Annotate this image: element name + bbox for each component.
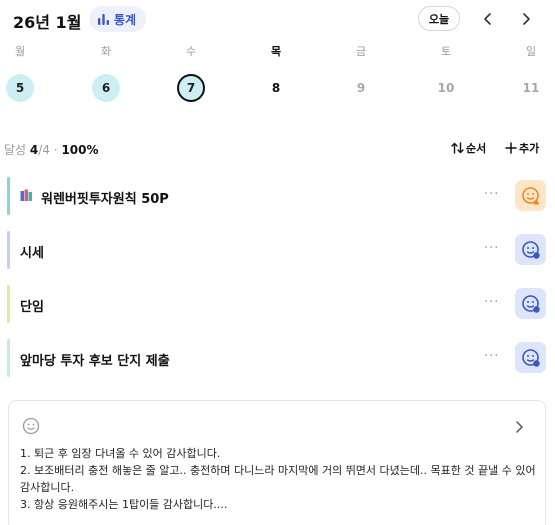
memo-text: 1. 퇴근 후 임장 다녀올 수 있어 감사합니다. 2. 보조배터리 충전 해… xyxy=(20,445,540,513)
day-number: 9 xyxy=(356,81,366,95)
memo-line: 3. 항상 응원해주시는 1탑이들 감사합니다.... xyxy=(20,498,228,511)
task-title-text: 단임 xyxy=(20,300,44,315)
day-of-week: 화 xyxy=(100,45,112,58)
day-number-selected: 7 xyxy=(177,74,205,102)
day-number: 11 xyxy=(522,81,540,95)
day-of-week: 일 xyxy=(525,45,537,58)
day-number: 8 xyxy=(271,81,281,95)
day-sun[interactable]: 일 11 xyxy=(511,44,551,102)
smile-warning-icon xyxy=(521,186,539,204)
task-item[interactable]: 시세 ··· xyxy=(7,231,547,269)
month-title[interactable]: 26년 1월 xyxy=(13,9,81,33)
stats-button[interactable]: 통계 xyxy=(89,6,147,32)
more-options-button[interactable]: ··· xyxy=(484,295,499,310)
more-options-button[interactable]: ··· xyxy=(484,187,499,202)
achievement-total: /4 xyxy=(38,143,50,157)
day-of-week: 토 xyxy=(440,45,452,58)
smile-icon xyxy=(22,417,40,439)
chevron-right-icon xyxy=(523,13,530,25)
achievement-percent: 100% xyxy=(61,143,99,157)
task-title-text: 앞마당 투자 후보 단지 제출 xyxy=(20,354,170,369)
chevron-right-icon[interactable] xyxy=(514,419,524,438)
task-title: 워렌버핏투자원칙 50P xyxy=(20,188,169,207)
task-item[interactable]: 앞마당 투자 후보 단지 제출 ··· xyxy=(7,339,547,377)
task-title-text: 시세 xyxy=(20,246,44,261)
smile-check-icon xyxy=(521,294,540,313)
task-status-button[interactable] xyxy=(515,342,546,373)
day-of-week: 목 xyxy=(270,45,282,58)
day-number: 6 xyxy=(92,74,120,102)
bar-chart-icon xyxy=(97,10,110,29)
sort-label: 순서 xyxy=(466,142,487,155)
day-number: 10 xyxy=(437,81,455,95)
memo-card[interactable]: 1. 퇴근 후 임장 다녀올 수 있어 감사합니다. 2. 보조배터리 충전 해… xyxy=(8,400,546,525)
task-status-button[interactable] xyxy=(515,288,546,319)
task-title: 앞마당 투자 후보 단지 제출 xyxy=(20,350,170,369)
smile-check-icon xyxy=(521,348,540,367)
next-week-button[interactable] xyxy=(515,8,537,30)
achievement-summary: 달성 4/4 · 100% xyxy=(4,141,99,158)
sort-button[interactable]: 순서 xyxy=(451,140,486,156)
more-options-button[interactable]: ··· xyxy=(484,241,499,256)
separator-dot: · xyxy=(53,143,58,157)
day-of-week: 금 xyxy=(355,45,367,58)
day-thu[interactable]: 목 8 xyxy=(256,44,296,102)
plus-icon xyxy=(505,142,517,154)
today-button[interactable]: 오늘 xyxy=(418,6,460,31)
week-strip: 월 5 화 6 수 7 목 8 금 9 토 10 일 11 xyxy=(0,44,555,114)
prev-week-button[interactable] xyxy=(477,8,499,30)
memo-line: 1. 퇴근 후 임장 다녀올 수 있어 감사합니다. xyxy=(20,447,221,460)
smile-check-icon xyxy=(521,240,540,259)
add-task-button[interactable]: 추가 xyxy=(505,140,539,156)
day-wed[interactable]: 수 7 xyxy=(171,44,211,102)
day-number: 5 xyxy=(6,74,34,102)
task-color-bar xyxy=(7,231,10,269)
books-icon xyxy=(20,189,35,206)
day-of-week: 월 xyxy=(14,45,26,58)
task-status-button[interactable] xyxy=(515,180,546,211)
chevron-left-icon xyxy=(484,13,491,25)
task-item[interactable]: 워렌버핏투자원칙 50P ··· xyxy=(7,177,547,215)
header: 26년 1월 통계 오늘 xyxy=(0,0,555,40)
more-options-button[interactable]: ··· xyxy=(484,349,499,364)
day-of-week: 수 xyxy=(185,45,197,58)
achievement-label: 달성 xyxy=(4,143,27,157)
task-title: 시세 xyxy=(20,242,44,261)
memo-line: 2. 보조배터리 충전 해놓은 줄 알고.. 충전하며 다니느라 마지막에 거의… xyxy=(20,464,536,494)
task-title: 단임 xyxy=(20,296,44,315)
sort-arrows-icon xyxy=(451,142,464,154)
day-fri[interactable]: 금 9 xyxy=(341,44,381,102)
stats-label: 통계 xyxy=(114,12,137,27)
task-status-button[interactable] xyxy=(515,234,546,265)
task-title-text: 워렌버핏투자원칙 50P xyxy=(41,192,169,207)
summary-row: 달성 4/4 · 100% 순서 추가 xyxy=(0,139,555,159)
day-tue[interactable]: 화 6 xyxy=(86,44,126,102)
day-mon[interactable]: 월 5 xyxy=(0,44,40,102)
add-label: 추가 xyxy=(519,142,540,155)
day-sat[interactable]: 토 10 xyxy=(426,44,466,102)
task-item[interactable]: 단임 ··· xyxy=(7,285,547,323)
task-color-bar xyxy=(7,339,10,377)
task-color-bar xyxy=(7,285,10,323)
task-color-bar xyxy=(7,177,10,215)
